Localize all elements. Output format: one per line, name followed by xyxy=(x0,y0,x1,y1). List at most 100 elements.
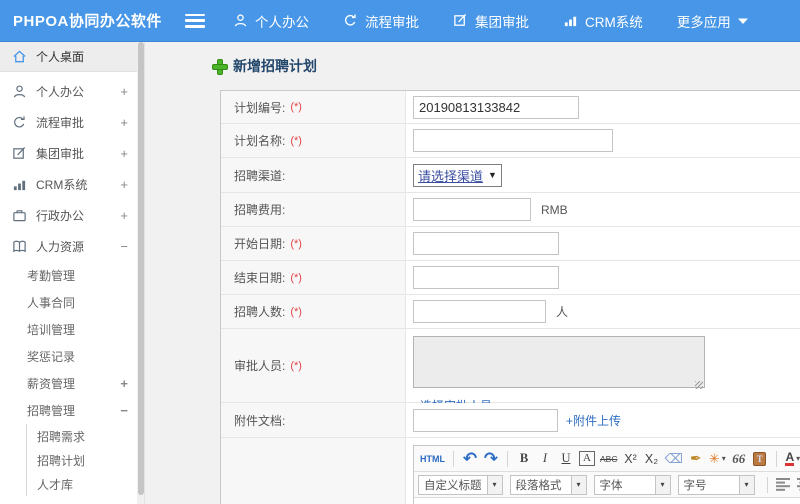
autotypeset-icon: A xyxy=(579,451,595,466)
start-date-input[interactable] xyxy=(413,232,559,255)
font-size-dropdown[interactable]: 字号 ▾ xyxy=(677,474,755,495)
editor-subscript-button[interactable]: X₂ xyxy=(641,448,661,469)
sidebar-subitem-rewards[interactable]: 奖惩记录 xyxy=(0,343,144,370)
app-logo[interactable]: PHPOA协同办公软件 xyxy=(0,10,185,31)
field-label: 招聘人数: xyxy=(234,305,286,319)
caret-down-icon xyxy=(737,18,748,24)
workflow-icon xyxy=(345,14,356,26)
editor-blockquote-button[interactable]: 66 xyxy=(729,448,749,469)
nav-group-approval[interactable]: 集团审批 xyxy=(453,11,529,31)
sidebar-subitem-attendance[interactable]: 考勤管理 xyxy=(0,262,144,289)
scrollbar-thumb[interactable] xyxy=(137,42,144,495)
expand-plus-icon[interactable]: + xyxy=(120,146,128,161)
sidebar-item-workflow-approval[interactable]: 流程审批 + xyxy=(0,107,144,138)
sidebar-subsubitem-recruit-plan[interactable]: 招聘计划 xyxy=(27,448,144,472)
collapse-minus-icon[interactable]: − xyxy=(120,403,128,418)
home-icon xyxy=(13,50,26,63)
form-row-attachment: 附件文档: +附件上传 xyxy=(221,403,800,438)
caret-down-icon[interactable]: ▾ xyxy=(487,474,503,495)
sidebar-item-label: CRM系统 xyxy=(36,178,88,192)
expand-plus-icon[interactable]: + xyxy=(120,208,128,223)
editor-source-button[interactable]: HTML xyxy=(418,448,447,469)
rich-text-editor: HTML ↶ ↷ B I U A ABC X² X₂ ⌫ ✒ ✳ ▾ 66 T … xyxy=(413,445,800,504)
nav-more-apps[interactable]: 更多应用 xyxy=(677,11,748,31)
sidebar-subitem-label: 薪资管理 xyxy=(27,377,76,391)
editor-undo-button[interactable]: ↶ xyxy=(460,448,480,469)
field-label: 审批人员: xyxy=(234,359,286,373)
sidebar-item-label: 个人办公 xyxy=(36,85,85,99)
editor-paste-button[interactable]: T xyxy=(750,448,770,469)
sidebar-item-label: 人力资源 xyxy=(36,240,85,254)
sidebar-item-group-approval[interactable]: 集团审批 + xyxy=(0,138,144,169)
editor-autoformat-button[interactable]: ✳ ▾ xyxy=(707,448,728,469)
expand-plus-icon[interactable]: + xyxy=(120,84,128,99)
sidebar-item-crm-system[interactable]: CRM系统 + xyxy=(0,169,144,200)
editor-eraser-button[interactable]: ⌫ xyxy=(662,448,684,469)
sidebar-subsubitem-recruit-demand[interactable]: 招聘需求 xyxy=(27,424,144,448)
sidebar-subsubitem-talent-pool[interactable]: 人才库 xyxy=(27,472,144,496)
sidebar-item-personal-office[interactable]: 个人办公 + xyxy=(0,76,144,107)
plan-name-input[interactable] xyxy=(413,129,613,152)
required-mark: (*) xyxy=(290,237,302,250)
toolbar-separator xyxy=(766,476,768,493)
custom-title-dropdown[interactable]: 自定义标题 ▾ xyxy=(418,474,503,495)
collapse-minus-icon[interactable]: − xyxy=(120,239,128,254)
caret-down-icon[interactable]: ▾ xyxy=(655,474,671,495)
form-row-plan-number: 计划编号: (*) xyxy=(221,91,800,124)
sidebar-item-personal-desktop[interactable]: 个人桌面 xyxy=(0,42,144,72)
editor-toolbar-row2: 自定义标题 ▾ 段落格式 ▾ 字体 ▾ 字号 ▾ xyxy=(414,472,800,498)
sidebar-scrollbar[interactable] xyxy=(137,42,144,504)
sidebar-subitem-label: 培训管理 xyxy=(27,323,76,337)
fee-input[interactable] xyxy=(413,198,531,221)
form-row-start-date: 开始日期: (*) xyxy=(221,227,800,261)
dropdown-value: 段落格式 xyxy=(509,474,572,495)
dropdown-value: 字体 xyxy=(593,474,656,495)
sidebar-item-admin-office[interactable]: 行政办公 + xyxy=(0,200,144,231)
editor-bold-button[interactable]: B xyxy=(514,448,534,469)
caret-down-icon[interactable]: ▾ xyxy=(571,474,587,495)
sidebar-subitem-hr-contract[interactable]: 人事合同 xyxy=(0,289,144,316)
user-icon xyxy=(234,14,247,27)
required-mark: (*) xyxy=(290,359,302,372)
caret-down-icon[interactable]: ▾ xyxy=(739,474,755,495)
menu-toggle-icon[interactable] xyxy=(185,13,205,28)
editor-underline-button[interactable]: U xyxy=(556,448,576,469)
nav-crm-system[interactable]: CRM系统 xyxy=(563,11,643,31)
sidebar-subitem-recruit-mgmt[interactable]: 招聘管理 − xyxy=(0,397,144,424)
nav-label: 个人办公 xyxy=(255,14,309,30)
expand-plus-icon[interactable]: + xyxy=(120,177,128,192)
toolbar-separator xyxy=(453,450,454,467)
align-left-icon xyxy=(776,478,790,491)
editor-superscript-button[interactable]: X² xyxy=(620,448,640,469)
expand-plus-icon[interactable]: + xyxy=(120,376,128,391)
sidebar-subitem-training[interactable]: 培训管理 xyxy=(0,316,144,343)
app-window: PHPOA协同办公软件 个人办公 流程审批 集团审批 CRM系统 更多应用 个人… xyxy=(0,0,800,504)
approvers-textarea[interactable] xyxy=(413,336,705,388)
attachment-input[interactable] xyxy=(413,408,558,432)
font-family-dropdown[interactable]: 字体 ▾ xyxy=(593,474,671,495)
nav-personal-office[interactable]: 个人办公 xyxy=(233,11,309,31)
sidebar-item-human-resources[interactable]: 人力资源 − xyxy=(0,231,144,262)
editor-autotypeset-button[interactable]: A xyxy=(577,448,597,469)
headcount-input[interactable] xyxy=(413,300,546,323)
editor-font-color-button[interactable]: A ▾ xyxy=(783,448,800,469)
form-row-approvers: 审批人员: (*) +选择审批人员 xyxy=(221,329,800,413)
paragraph-format-dropdown[interactable]: 段落格式 ▾ xyxy=(509,474,587,495)
editor-redo-button[interactable]: ↷ xyxy=(481,448,501,469)
channel-select[interactable]: 请选择渠道 ▼ xyxy=(413,163,502,187)
attachment-upload-link[interactable]: +附件上传 xyxy=(566,412,621,429)
sidebar-subitem-salary[interactable]: 薪资管理 + xyxy=(0,370,144,397)
editor-italic-button[interactable]: I xyxy=(535,448,555,469)
expand-plus-icon[interactable]: + xyxy=(120,115,128,130)
caret-down-icon: ▾ xyxy=(796,454,800,463)
align-left-button[interactable] xyxy=(774,474,794,495)
editor-strikethrough-button[interactable]: ABC xyxy=(598,448,619,469)
sidebar-item-label: 行政办公 xyxy=(36,209,85,223)
end-date-input[interactable] xyxy=(413,266,559,289)
nav-workflow-approval[interactable]: 流程审批 xyxy=(343,11,419,31)
editor-content-area[interactable] xyxy=(414,498,800,504)
plan-number-input[interactable] xyxy=(413,95,579,119)
sidebar-subitem-label: 考勤管理 xyxy=(27,269,76,283)
editor-format-brush-button[interactable]: ✒ xyxy=(686,448,706,469)
align-center-button[interactable] xyxy=(795,474,800,495)
